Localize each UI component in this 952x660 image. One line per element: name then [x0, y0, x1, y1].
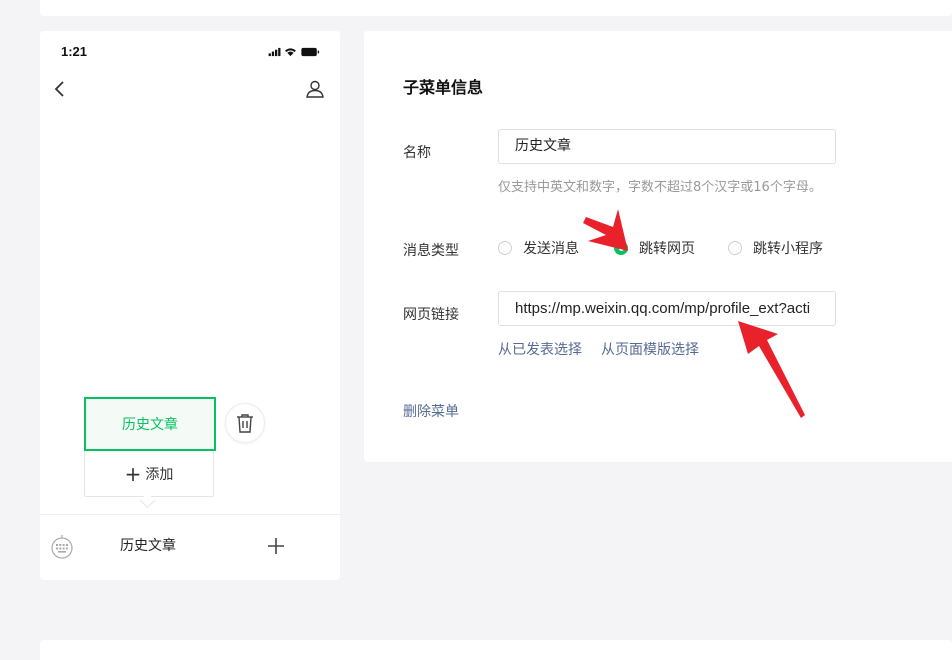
radio-send-message[interactable]: 发送消息 [498, 238, 614, 258]
profile-icon[interactable] [305, 79, 325, 99]
delete-submenu-button[interactable] [225, 403, 265, 443]
top-panel-edge [40, 0, 952, 16]
message-type-radio-group: 发送消息 跳转网页 跳转小程序 [498, 238, 823, 258]
url-input[interactable]: https://mp.weixin.qq.com/mp/profile_ext?… [498, 291, 836, 326]
radio-jump-miniprogram[interactable]: 跳转小程序 [728, 238, 823, 258]
url-label: 网页链接 [403, 307, 459, 323]
submenu-item-active[interactable]: 历史文章 [84, 397, 216, 451]
trash-icon [237, 414, 253, 433]
name-label: 名称 [403, 145, 431, 161]
radio-dot-checked [614, 241, 628, 255]
radio-dot [728, 241, 742, 255]
menubar-item[interactable]: 历史文章 [92, 535, 204, 555]
radio-dot [498, 241, 512, 255]
keyboard-icon[interactable] [51, 533, 73, 559]
submenu-add-label: 添加 [145, 466, 174, 483]
panel-title: 子菜单信息 [403, 78, 484, 97]
submenu-info-panel: 子菜单信息 名称 历史文章 仅支持中英文和数字，字数不超过8个汉字或16个字母。… [364, 31, 952, 462]
radio-jump-webpage[interactable]: 跳转网页 [614, 238, 728, 258]
select-from-published-link[interactable]: 从已发表选择 [498, 339, 582, 359]
delete-menu-link[interactable]: 删除菜单 [403, 401, 459, 421]
plus-icon: + [124, 461, 142, 486]
submenu-add-button[interactable]: + 添加 [84, 451, 214, 497]
back-icon[interactable] [53, 80, 67, 98]
phone-preview: 1:21 历史文章 + 添加 历史文章 [40, 31, 340, 580]
name-input[interactable]: 历史文章 [498, 129, 836, 164]
name-hint: 仅支持中英文和数字，字数不超过8个汉字或16个字母。 [498, 180, 822, 195]
select-from-template-link[interactable]: 从页面模版选择 [601, 339, 699, 359]
add-menu-icon[interactable] [265, 535, 287, 557]
status-time: 1:21 [61, 44, 88, 59]
menu-bar: 历史文章 [40, 514, 340, 581]
status-bar-icons [268, 47, 320, 57]
bottom-panel-edge [40, 640, 952, 660]
message-type-label: 消息类型 [403, 243, 459, 259]
